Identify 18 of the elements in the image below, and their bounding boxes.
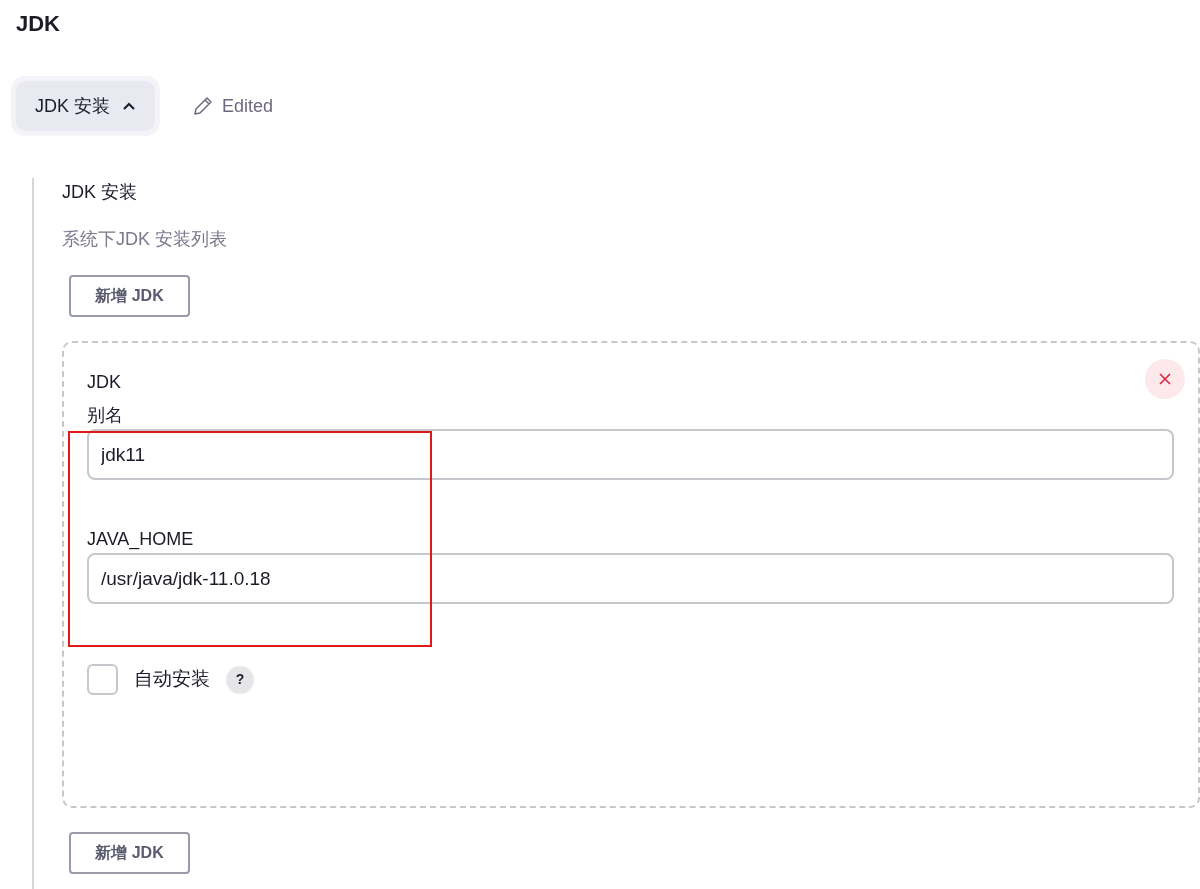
- text-field[interactable]: /usr/java/jdk-11.0.18: [87, 553, 1174, 604]
- item-heading: JDK: [87, 371, 121, 394]
- pencil-icon: [192, 95, 214, 117]
- edited-label: Edited: [222, 94, 274, 118]
- checkbox-label: 自动安装: [134, 667, 210, 692]
- field-label: 别名: [87, 404, 123, 427]
- add-jdk-button[interactable]: 新增 JDK: [69, 275, 190, 317]
- close-button[interactable]: [1145, 359, 1185, 399]
- section-label: JDK 安装: [62, 181, 138, 204]
- page-title: JDK: [16, 10, 61, 38]
- checkbox[interactable]: [87, 664, 118, 695]
- text-field[interactable]: jdk11: [87, 429, 1174, 480]
- close-icon: [1159, 373, 1171, 385]
- section-description: 系统下JDK 安装列表: [62, 228, 228, 251]
- field-label: JAVA_HOME: [87, 528, 194, 552]
- help-button[interactable]: ?: [226, 665, 254, 694]
- section-toggle-button[interactable]: JDK 安装: [16, 81, 155, 131]
- add-jdk-button[interactable]: 新增 JDK: [69, 832, 190, 874]
